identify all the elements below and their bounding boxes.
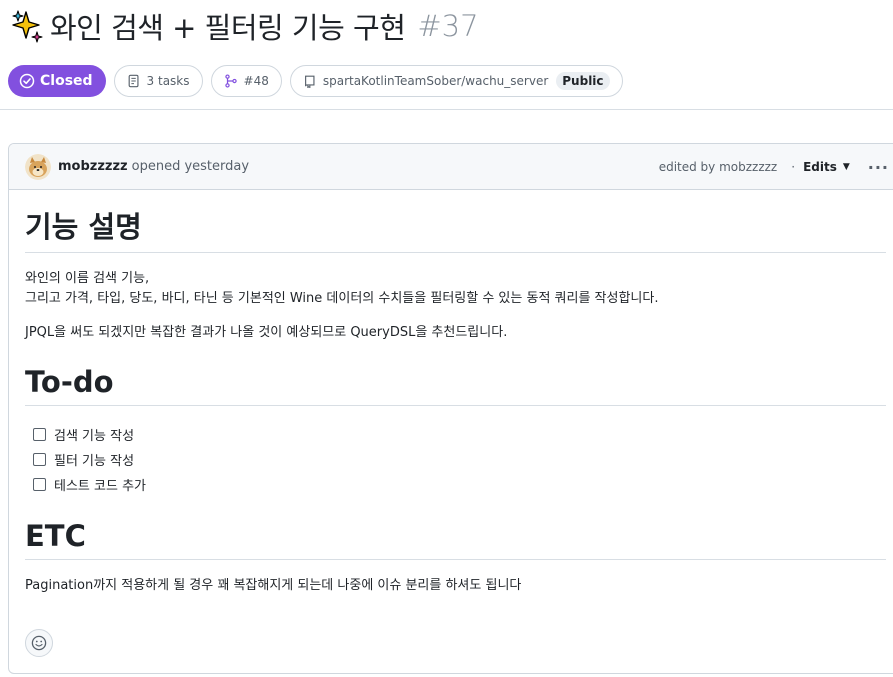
edited-by-label: edited by mobzzzzz bbox=[658, 160, 778, 174]
issue-title-row: 와인 검색 + 필터링 기능 구현 #37 bbox=[10, 4, 479, 48]
repo-name: spartaKotlinTeamSober/wachu_server bbox=[322, 74, 549, 88]
separator: · bbox=[791, 160, 796, 174]
description-line: JPQL을 써도 되겠지만 복잡한 결과가 나올 것이 예상되므로 QueryD… bbox=[25, 325, 508, 340]
task-label: 검색 기능 작성 bbox=[54, 429, 135, 444]
linked-pr-chip[interactable]: #48 bbox=[210, 65, 282, 97]
comment-body: 기능 설명 와인의 이름 검색 기능, 그리고 가격, 타입, 당도, 바디, … bbox=[9, 190, 893, 596]
issue-meta-row: Closed 3 tasks #48 spartaKotlinTeamSober… bbox=[8, 65, 623, 97]
issue-comment: mobzzzzz opened yesterday edited by mobz… bbox=[8, 143, 893, 674]
git-pull-request-icon bbox=[224, 74, 237, 88]
issue-title: 와인 검색 + 필터링 기능 구현 bbox=[50, 11, 406, 45]
issue-state-badge: Closed bbox=[8, 65, 106, 97]
linked-pr-number: #48 bbox=[243, 74, 269, 88]
section-heading-etc: ETC bbox=[25, 519, 886, 560]
issue-state-label: Closed bbox=[40, 73, 93, 89]
task-checkbox[interactable] bbox=[33, 453, 46, 466]
avatar[interactable] bbox=[25, 153, 51, 180]
issue-closed-icon bbox=[19, 73, 35, 89]
task-item: 필터 기능 작성 bbox=[33, 447, 886, 472]
edits-dropdown[interactable]: Edits ▼ bbox=[803, 160, 850, 174]
add-reaction-button[interactable] bbox=[25, 629, 53, 657]
description-line: 와인의 이름 검색 기능, bbox=[25, 271, 150, 286]
task-list: 검색 기능 작성 필터 기능 작성 테스트 코드 추가 bbox=[33, 422, 886, 497]
task-checkbox[interactable] bbox=[33, 478, 46, 491]
section-heading-todo: To-do bbox=[25, 365, 886, 406]
repo-chip[interactable]: spartaKotlinTeamSober/wachu_server Publi… bbox=[289, 65, 623, 97]
task-item: 테스트 코드 추가 bbox=[33, 472, 886, 497]
comment-action: opened yesterday bbox=[131, 159, 250, 174]
chevron-down-icon: ▼ bbox=[842, 162, 850, 172]
comment-author[interactable]: mobzzzzz bbox=[58, 159, 128, 174]
task-item: 검색 기능 작성 bbox=[33, 422, 886, 447]
more-options-icon[interactable]: ··· bbox=[868, 158, 889, 177]
tasks-chip[interactable]: 3 tasks bbox=[113, 65, 203, 97]
issue-number: #37 bbox=[417, 9, 479, 43]
smiley-icon bbox=[31, 635, 47, 651]
etc-line: Pagination까지 적용하게 될 경우 꽤 복잡해지게 되는데 나중에 이… bbox=[25, 578, 522, 593]
section-heading-description: 기능 설명 bbox=[25, 204, 886, 253]
task-label: 필터 기능 작성 bbox=[54, 454, 135, 469]
visibility-badge: Public bbox=[556, 72, 610, 90]
checklist-icon bbox=[128, 74, 139, 88]
tasks-count: 3 tasks bbox=[146, 74, 190, 88]
repo-icon bbox=[304, 75, 315, 88]
task-checkbox[interactable] bbox=[33, 428, 46, 441]
description-line: 그리고 가격, 타입, 당도, 바디, 타닌 등 기본적인 Wine 데이터의 … bbox=[25, 291, 659, 306]
sparkles-icon bbox=[10, 8, 46, 44]
header-divider bbox=[0, 109, 893, 110]
task-label: 테스트 코드 추가 bbox=[54, 479, 146, 494]
edits-label: Edits bbox=[803, 160, 837, 174]
comment-header-actions: edited by mobzzzzz · Edits ▼ ··· bbox=[659, 144, 893, 190]
